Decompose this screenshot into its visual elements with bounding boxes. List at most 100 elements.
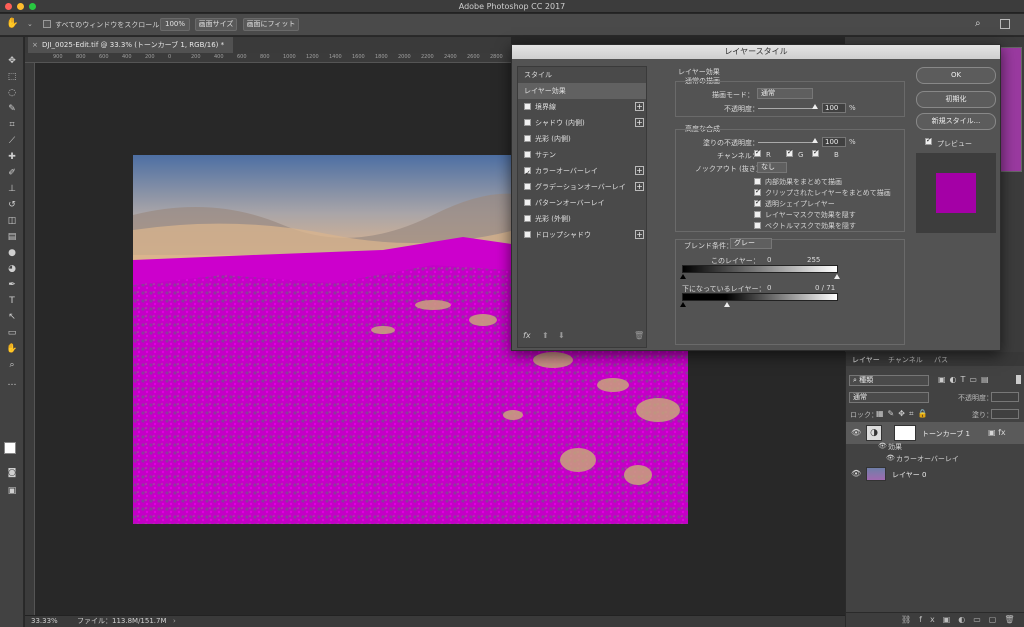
under-layer-gradient-bar[interactable] <box>682 293 838 301</box>
channel-b-checkbox[interactable] <box>812 148 823 158</box>
reset-button[interactable]: 初期化 <box>916 91 996 108</box>
layers-footer-icons[interactable]: ⛓fx▣◐▭▢🗑 <box>846 612 1024 627</box>
blend-mode-select[interactable]: 通常 <box>757 88 813 99</box>
style-item-checkbox[interactable] <box>524 118 531 126</box>
effect-eye-icon[interactable]: 👁 <box>886 454 895 462</box>
style-item-checkbox[interactable] <box>524 214 531 222</box>
zoom-tool-icon[interactable]: ⌕ <box>5 359 19 372</box>
fit-screen-button[interactable]: 画面にフィット <box>243 18 299 31</box>
channel-r-checkbox[interactable] <box>754 148 765 158</box>
marquee-tool-icon[interactable]: ⬚ <box>5 71 19 84</box>
navigator-thumbnail[interactable] <box>998 47 1022 172</box>
lock-icons[interactable]: ▦✎✥⌗🔒 <box>876 409 931 419</box>
foreground-color-swatch[interactable] <box>4 442 16 454</box>
style-item-checkbox[interactable] <box>524 182 531 190</box>
advanced-option-checkbox[interactable] <box>754 198 761 207</box>
history-brush-tool-icon[interactable]: ↺ <box>5 199 19 212</box>
this-layer-white-thumb[interactable] <box>834 274 840 279</box>
document-tab[interactable]: × DJI_0025-Edit.tif @ 33.3% (トーンカーブ 1, R… <box>28 37 233 53</box>
close-tab-icon[interactable]: × <box>32 37 38 53</box>
add-effect-plus-icon[interactable]: + <box>635 230 644 239</box>
opacity-slider[interactable] <box>758 108 816 109</box>
workspace-icon[interactable] <box>1000 19 1010 29</box>
style-item[interactable]: 光彩 (外側) <box>518 211 646 227</box>
minimize-window-button[interactable] <box>17 3 24 10</box>
advanced-option[interactable]: 内部効果をまとめて描画 <box>754 177 842 187</box>
advanced-option[interactable]: 透明シェイプレイヤー <box>754 198 835 209</box>
move-up-icon[interactable]: ⬆ <box>542 331 549 340</box>
knockout-select[interactable]: なし <box>757 162 787 173</box>
preview-checkbox[interactable] <box>925 136 936 146</box>
layer-row-layer0[interactable]: 👁 レイヤー 0 <box>846 464 1024 484</box>
opacity-input[interactable]: 100 <box>822 103 846 113</box>
advanced-option[interactable]: ベクトルマスクで効果を隠す <box>754 221 856 231</box>
eraser-tool-icon[interactable]: ◫ <box>5 215 19 228</box>
add-effect-plus-icon[interactable]: + <box>635 166 644 175</box>
style-item-checkbox[interactable] <box>524 198 531 206</box>
advanced-option-checkbox[interactable] <box>754 210 761 218</box>
layer-name[interactable]: トーンカーブ 1 <box>922 429 970 439</box>
eyedropper-tool-icon[interactable]: ⟋ <box>5 135 19 148</box>
fx-menu-button[interactable]: fx <box>523 331 531 340</box>
search-icon[interactable]: ⌕ <box>975 18 981 29</box>
stamp-tool-icon[interactable]: ⊥ <box>5 183 19 196</box>
effects-row[interactable]: 👁 効果 <box>846 440 1024 452</box>
tab-layers[interactable]: レイヤー <box>852 355 880 365</box>
tab-channels[interactable]: チャンネル <box>888 355 923 365</box>
fx-icon[interactable]: ▣ fx <box>988 428 1006 437</box>
style-item-checkbox[interactable] <box>524 150 531 158</box>
under-layer-split-thumb[interactable] <box>724 302 730 307</box>
visibility-eye-icon[interactable]: 👁 <box>851 469 861 478</box>
scroll-all-checkbox[interactable] <box>43 20 51 28</box>
advanced-option-checkbox[interactable] <box>754 187 761 196</box>
style-item-checkbox[interactable] <box>524 230 531 238</box>
style-item-checkbox[interactable] <box>524 102 531 110</box>
style-item[interactable]: 境界線 + <box>518 99 646 115</box>
color-overlay-effect-row[interactable]: 👁 カラーオーバーレイ <box>846 452 1024 464</box>
new-style-button[interactable]: 新規スタイル... <box>916 113 996 130</box>
hand-tool-icon[interactable]: ✋ <box>6 18 18 29</box>
style-item[interactable]: グラデーションオーバーレイ + <box>518 179 646 195</box>
hand-tool-icon[interactable]: ✋ <box>5 343 19 356</box>
layer-filter-kind[interactable]: ⌕ 種類 <box>849 375 929 386</box>
blur-tool-icon[interactable]: ● <box>5 247 19 260</box>
layer-effects-item[interactable]: レイヤー効果 <box>518 83 646 99</box>
layer-mask-thumbnail[interactable] <box>894 425 916 441</box>
move-down-icon[interactable]: ⬇ <box>558 331 565 340</box>
style-item-checkbox[interactable] <box>524 165 531 181</box>
more-tools-icon[interactable]: … <box>5 377 19 390</box>
tab-paths[interactable]: パス <box>934 355 948 365</box>
ok-button[interactable]: OK <box>916 67 996 84</box>
screen-size-button[interactable]: 画面サイズ <box>195 18 237 31</box>
add-effect-plus-icon[interactable]: + <box>635 118 644 127</box>
zoom-window-button[interactable] <box>29 3 36 10</box>
tool-preset-chevron-icon[interactable]: ⌄ <box>27 20 33 28</box>
style-item[interactable]: パターンオーバーレイ <box>518 195 646 211</box>
this-layer-black-thumb[interactable] <box>680 274 686 279</box>
zoom-100-button[interactable]: 100% <box>160 18 190 31</box>
quick-select-tool-icon[interactable]: ✎ <box>5 103 19 116</box>
layer-filter-icons[interactable]: ▣◐T▭▤ <box>938 375 993 384</box>
blend-if-select[interactable]: グレー <box>730 238 772 249</box>
healing-brush-tool-icon[interactable]: ✚ <box>5 151 19 164</box>
quick-mask-icon[interactable]: ◙ <box>5 467 19 480</box>
style-item[interactable]: ドロップシャドウ + <box>518 227 646 243</box>
effect-eye-icon[interactable]: 👁 <box>878 442 887 450</box>
advanced-option-checkbox[interactable] <box>754 177 761 185</box>
brush-tool-icon[interactable]: ✐ <box>5 167 19 180</box>
styles-header[interactable]: スタイル <box>518 67 646 83</box>
layer-opacity-input[interactable] <box>991 392 1019 402</box>
shape-tool-icon[interactable]: ▭ <box>5 327 19 340</box>
under-layer-black-thumb[interactable] <box>680 302 686 307</box>
style-item[interactable]: 光彩 (内側) <box>518 131 646 147</box>
add-effect-plus-icon[interactable]: + <box>635 182 644 191</box>
style-item[interactable]: サテン <box>518 147 646 163</box>
gradient-tool-icon[interactable]: ▤ <box>5 231 19 244</box>
crop-tool-icon[interactable]: ⌗ <box>5 119 19 132</box>
advanced-option[interactable]: レイヤーマスクで効果を隠す <box>754 210 856 220</box>
zoom-level[interactable]: 33.33% <box>31 616 58 627</box>
style-item[interactable]: カラーオーバーレイ + <box>518 163 646 181</box>
opacity-slider-thumb[interactable] <box>812 104 818 109</box>
add-effect-plus-icon[interactable]: + <box>635 102 644 111</box>
path-select-tool-icon[interactable]: ↖ <box>5 311 19 324</box>
